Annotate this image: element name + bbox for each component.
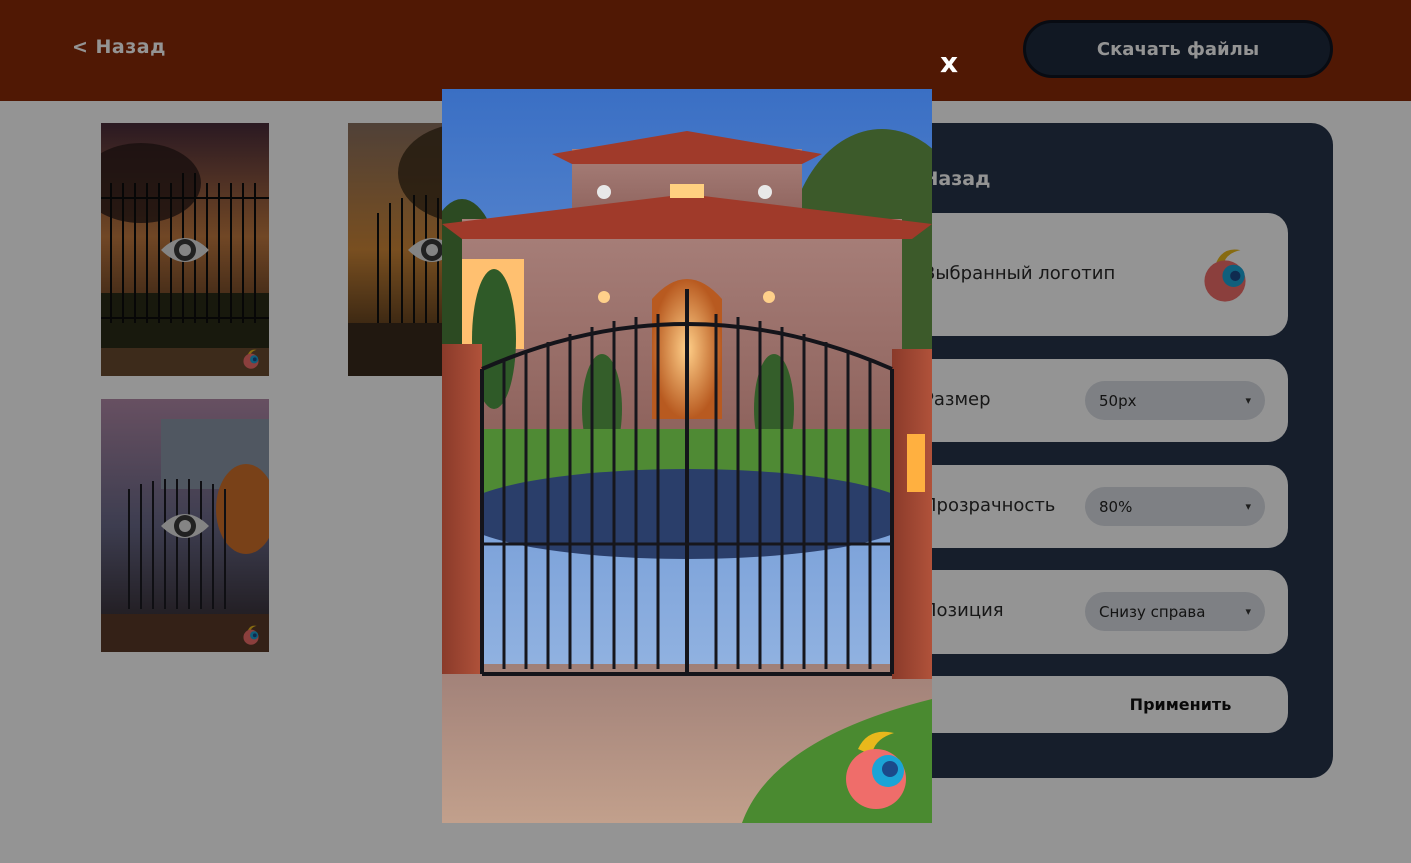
image-preview xyxy=(442,89,932,823)
close-icon[interactable]: x xyxy=(940,46,958,79)
preview-image xyxy=(442,89,932,823)
